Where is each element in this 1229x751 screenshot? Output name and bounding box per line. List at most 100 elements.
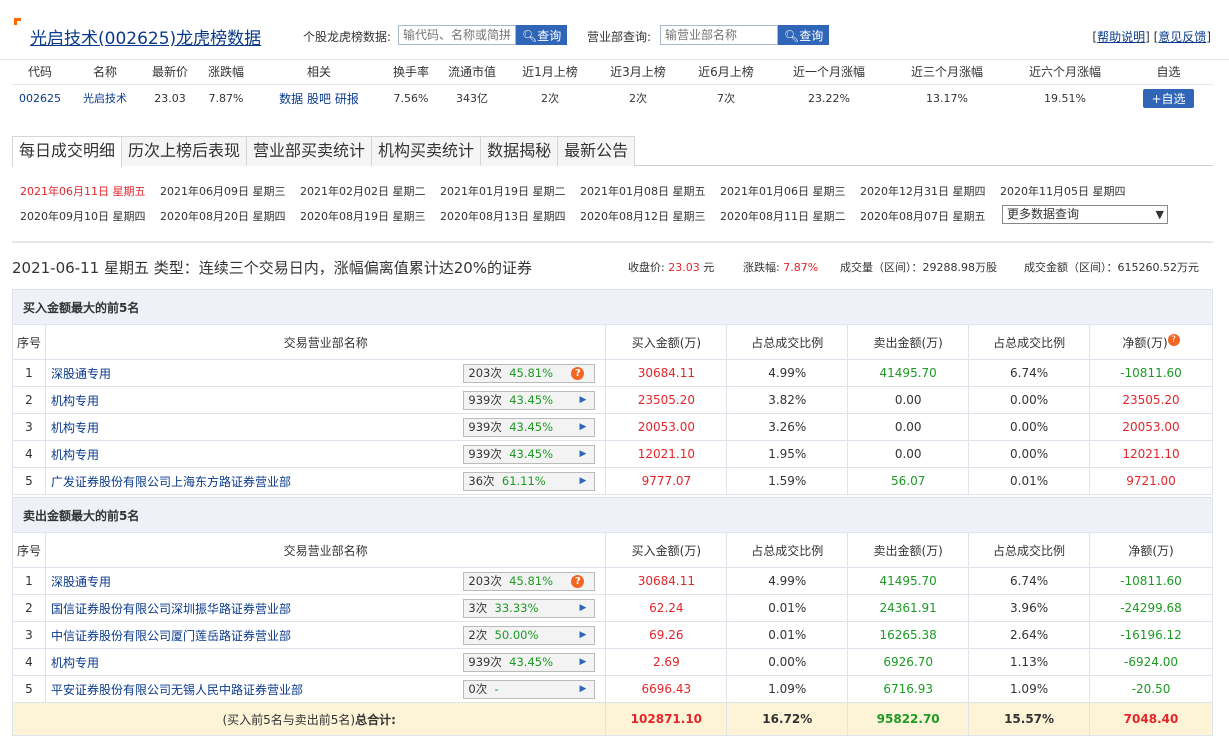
list-count: 939次 xyxy=(468,654,502,669)
dept-link[interactable]: 深股通专用 xyxy=(51,575,111,589)
count-box[interactable]: 0次 - ▶ xyxy=(463,679,596,699)
dept-link[interactable]: 机构专用 xyxy=(51,421,99,435)
data-link[interactable]: 数据 xyxy=(279,92,303,106)
date-link[interactable]: 2020年09月10日 星期四 xyxy=(20,208,156,224)
count-box[interactable]: 939次 43.45% ▶ xyxy=(463,444,596,464)
col-r3: 近三个月涨幅 xyxy=(888,60,1006,85)
dept-cell: 机构专用 xyxy=(44,648,463,676)
list-3m: 2次 xyxy=(629,92,647,106)
date-link[interactable]: 2020年08月20日 星期四 xyxy=(160,208,296,224)
buy-pct: 3.26% xyxy=(726,413,849,441)
guba-link[interactable]: 股吧 xyxy=(307,92,331,106)
date-link[interactable]: 2020年08月12日 星期三 xyxy=(580,208,716,224)
dept-link[interactable]: 中信证券股份有限公司厦门莲岳路证券营业部 xyxy=(51,629,291,643)
count-box[interactable]: 939次 43.45% ▶ xyxy=(463,417,596,437)
tab-daily-detail[interactable]: 每日成交明细 xyxy=(12,136,123,167)
dept-link[interactable]: 平安证券股份有限公司无锡人民中路证券营业部 xyxy=(51,683,303,697)
tab-dept-stats[interactable]: 营业部买卖统计 xyxy=(246,136,373,166)
date-link[interactable]: 2021年06月11日 星期五 xyxy=(20,183,156,199)
date-link[interactable]: 2021年06月09日 星期三 xyxy=(160,183,296,199)
quote-row: 002625 光启技术 23.03 7.87% 数据 股吧 研报 7.56% 3… xyxy=(12,84,1213,112)
dept-link[interactable]: 深股通专用 xyxy=(51,367,111,381)
day-info: 2021-06-11 星期五 类型：连续三个交易日内，涨幅偏离值累计达20%的证… xyxy=(12,259,533,277)
dept-link[interactable]: 广发证券股份有限公司上海东方路证券营业部 xyxy=(51,475,291,489)
tab-data-reveal[interactable]: 数据揭秘 xyxy=(480,136,559,166)
buy-pct: 1.09% xyxy=(726,675,849,703)
query-label: 查询 xyxy=(537,28,562,43)
sell-amount: 24361.91 xyxy=(847,594,970,622)
col-m1: 近1月上榜 xyxy=(506,60,594,85)
research-link[interactable]: 研报 xyxy=(335,92,359,106)
date-link[interactable]: 2020年08月19日 星期三 xyxy=(300,208,436,224)
count-cell: 3次 33.33% ▶ xyxy=(462,594,607,622)
stock-name[interactable]: 光启技术 xyxy=(83,92,127,105)
net-amount: -20.50 xyxy=(1089,675,1213,703)
count-box[interactable]: 36次 61.11% ▶ xyxy=(463,471,596,491)
question-icon[interactable]: ? xyxy=(571,366,585,380)
date-link[interactable]: 2021年02月02日 星期二 xyxy=(300,183,436,199)
dept-link[interactable]: 机构专用 xyxy=(51,656,99,670)
sell-pct: 0.01% xyxy=(968,467,1091,495)
dept-query-button[interactable]: 🔍︎查询 xyxy=(778,25,830,45)
date-link[interactable]: 2020年11月05日 星期四 xyxy=(1000,183,1136,199)
question-icon[interactable]: ? xyxy=(1167,333,1180,346)
col-dept: 交易营业部名称 xyxy=(44,532,607,568)
date-link[interactable]: 2020年12月31日 星期四 xyxy=(860,183,996,199)
col-price: 最新价 xyxy=(142,60,198,85)
sell-section-header: 卖出金额最大的前5名 xyxy=(12,497,1213,533)
list-count: 3次 xyxy=(468,600,488,615)
date-link[interactable]: 2020年08月07日 星期五 xyxy=(860,208,996,224)
tab-history[interactable]: 历次上榜后表现 xyxy=(121,136,248,166)
buy-amount: 23505.20 xyxy=(605,386,728,414)
table-row: 2 机构专用 939次 43.45% ▶ 23505.20 3.82% 0.00 0.00% 2… xyxy=(12,386,1213,414)
stock-code[interactable]: 002625 xyxy=(19,92,61,105)
sell-amount: 0.00 xyxy=(847,440,970,468)
count-box[interactable]: 203次 45.81%? xyxy=(463,363,596,383)
sell-pct: 0.00% xyxy=(968,413,1091,441)
col-net: 净额(万)? xyxy=(1089,324,1213,360)
feedback-link[interactable]: 意见反馈 xyxy=(1158,30,1206,44)
count-box[interactable]: 203次 45.81%? xyxy=(463,571,596,591)
corner-mark xyxy=(14,18,21,25)
add-favorite-button[interactable]: +自选 xyxy=(1143,88,1194,108)
buy-section-title: 买入金额最大的前5名 xyxy=(12,289,1213,325)
buy-amount: 69.26 xyxy=(605,621,728,649)
more-data-select[interactable]: 更多数据查询 ▼ xyxy=(1002,205,1168,224)
col-mcap: 流通市值 xyxy=(438,60,506,85)
tab-notices[interactable]: 最新公告 xyxy=(557,136,636,166)
help-link[interactable]: 帮助说明 xyxy=(1097,30,1145,44)
sell-pct: 1.13% xyxy=(968,648,1090,676)
buy-amount: 9777.07 xyxy=(605,467,728,495)
question-icon[interactable]: ? xyxy=(571,574,585,588)
seq: 1 xyxy=(12,567,46,595)
dept-link[interactable]: 机构专用 xyxy=(51,448,99,462)
volume: 成交量（区间）：29288.98万股 xyxy=(840,259,997,275)
dept-query-input[interactable] xyxy=(660,25,778,45)
tab-inst-stats[interactable]: 机构买卖统计 xyxy=(371,136,482,166)
col-buy-pct: 占总成交比例 xyxy=(726,324,849,360)
sell-amount: 0.00 xyxy=(847,413,970,441)
date-link[interactable]: 2021年01月06日 星期三 xyxy=(720,183,856,199)
buy-pct: 4.99% xyxy=(726,359,849,387)
count-box[interactable]: 939次 43.45% ▶ xyxy=(463,390,596,410)
date-link[interactable]: 2020年08月13日 星期四 xyxy=(440,208,576,224)
count-box[interactable]: 939次 43.45% ▶ xyxy=(463,652,596,672)
date-link[interactable]: 2020年08月11日 星期二 xyxy=(720,208,856,224)
dept-link[interactable]: 机构专用 xyxy=(51,394,99,408)
count-box[interactable]: 3次 33.33% ▶ xyxy=(463,598,596,618)
buy-amount: 62.24 xyxy=(605,594,728,622)
table-row: 3 中信证券股份有限公司厦门莲岳路证券营业部 2次 50.00% ▶ 69.26 0.01… xyxy=(12,621,1213,649)
sell-amount: 0.00 xyxy=(847,386,970,414)
buy-pct: 1.95% xyxy=(726,440,849,468)
date-list-row1: 2021年06月11日 星期五 2021年06月09日 星期三 2021年02月02… xyxy=(20,183,1200,199)
stock-query-input[interactable] xyxy=(398,25,516,45)
count-box[interactable]: 2次 50.00% ▶ xyxy=(463,625,596,645)
col-fav: 自选 xyxy=(1124,60,1213,85)
page-title[interactable]: 光启技术(002625)龙虎榜数据 xyxy=(30,24,261,49)
stock-query-button[interactable]: 🔍︎查询 xyxy=(516,25,568,45)
date-link[interactable]: 2021年01月19日 星期二 xyxy=(440,183,576,199)
col-net: 净额(万) xyxy=(1089,532,1213,568)
dept-link[interactable]: 国信证券股份有限公司深圳振华路证券营业部 xyxy=(51,602,291,616)
col-seq: 序号 xyxy=(12,532,46,568)
date-link[interactable]: 2021年01月08日 星期五 xyxy=(580,183,716,199)
